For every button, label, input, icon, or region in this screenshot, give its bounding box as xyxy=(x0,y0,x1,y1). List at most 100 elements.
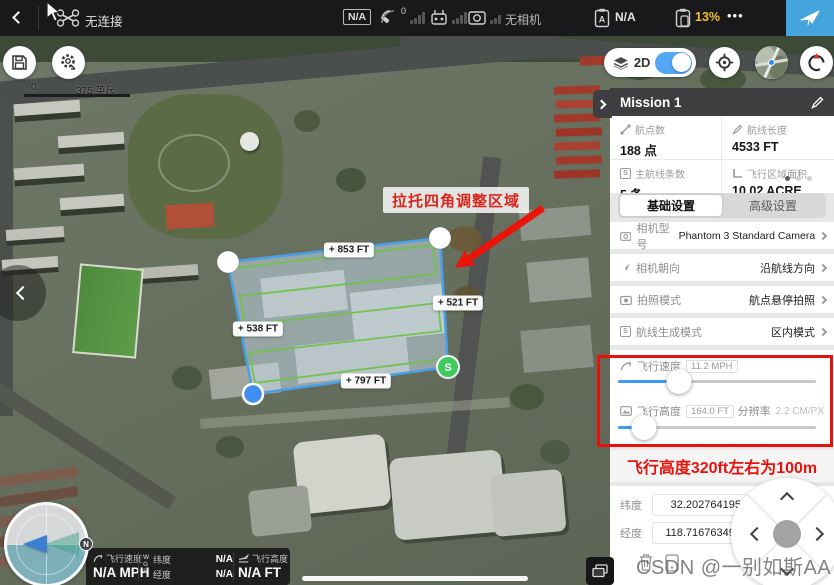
map-2d-toggle[interactable] xyxy=(655,52,692,74)
dpad-left-button[interactable] xyxy=(750,527,764,541)
edge-distance-left: + 538 FT xyxy=(233,322,283,337)
compass-icon xyxy=(806,52,827,73)
chevron-right-icon xyxy=(819,327,827,335)
speed-slider[interactable] xyxy=(618,380,816,383)
map-feature xyxy=(526,257,591,302)
device-battery-percent: 13% xyxy=(695,10,720,24)
panel-collapse-button[interactable] xyxy=(593,90,612,118)
corner-handle-bottom-left[interactable] xyxy=(243,384,263,404)
remote-controller-icon xyxy=(430,9,448,26)
map-feature xyxy=(520,325,593,373)
windows-icon xyxy=(592,564,608,578)
map-feature xyxy=(58,132,125,149)
tab-advanced-settings[interactable]: 高级设置 xyxy=(722,195,824,216)
tab-basic-settings[interactable]: 基础设置 xyxy=(620,195,722,216)
map-feature xyxy=(60,194,125,210)
compass-north-button[interactable] xyxy=(800,46,833,79)
latitude-input[interactable] xyxy=(652,494,748,516)
save-mission-button[interactable] xyxy=(3,46,36,79)
back-button[interactable] xyxy=(12,11,25,24)
map-feature xyxy=(165,203,214,229)
camera-signal-icon xyxy=(468,10,486,25)
more-menu-button[interactable]: ••• xyxy=(727,8,744,23)
corner-handle-top-right[interactable] xyxy=(429,227,451,249)
dpad-center-button[interactable] xyxy=(773,520,801,548)
route-length-icon xyxy=(732,124,743,135)
connection-status: 无连接 xyxy=(85,11,123,30)
mission-title: Mission 1 xyxy=(620,95,682,110)
north-badge: N xyxy=(79,537,93,551)
edge-distance-bottom: + 797 FT xyxy=(341,374,391,389)
scale-bar xyxy=(24,94,130,97)
map-feature xyxy=(510,384,544,410)
mission-settings-button[interactable] xyxy=(52,46,85,79)
drone-mission-planner-app: S + 853 FT + 521 FT + 538 FT + 797 FT 拉托… xyxy=(0,0,834,585)
map-feature xyxy=(140,264,199,279)
scale-zero: 0 xyxy=(31,82,37,93)
altitude-value[interactable]: 164.0 FT xyxy=(686,405,734,418)
speed-slider-knob[interactable] xyxy=(667,369,692,394)
speed-icon xyxy=(620,361,632,372)
dpad-right-button[interactable] xyxy=(810,527,824,541)
resolution-value: 2.2 CM/PX xyxy=(776,406,824,417)
map-feature xyxy=(6,226,65,241)
watermark: CSDN @一别如斯AA xyxy=(636,551,831,580)
tutorial-tip: 拉托四角调整区域 xyxy=(383,187,529,213)
edge-distance-top: + 853 FT xyxy=(324,243,374,258)
row-camera-orientation[interactable]: 相机朝向 沿航线方向 xyxy=(610,254,834,281)
takeoff-button[interactable] xyxy=(786,0,834,36)
speed-value[interactable]: 11.2 MPH xyxy=(686,360,738,373)
edit-mission-icon[interactable] xyxy=(811,96,824,109)
map-feature xyxy=(556,155,602,165)
wgs-label: WGS xyxy=(143,555,149,575)
telemetry-coordinates: WGS 纬度N/A 经度N/A xyxy=(143,553,233,581)
latitude-row: 纬度 xyxy=(620,494,748,516)
minimap-button[interactable] xyxy=(755,46,788,79)
corner-handle-top-left[interactable] xyxy=(217,251,239,273)
orientation-icon xyxy=(620,262,631,273)
map-feature xyxy=(158,134,230,192)
dpad-up-button[interactable] xyxy=(780,492,794,506)
map-feature xyxy=(389,449,508,540)
divider xyxy=(138,552,139,581)
signal-bars-icon xyxy=(410,12,425,24)
stats-page-dots[interactable] xyxy=(785,176,812,181)
layers-icon xyxy=(613,56,629,70)
mission-header: Mission 1 xyxy=(610,88,834,116)
row-photo-mode[interactable]: 拍照模式 航点悬停拍照 xyxy=(610,286,834,313)
camera-icon xyxy=(620,231,631,241)
map-feature xyxy=(448,226,482,252)
row-route-generation-mode[interactable]: S 航线生成模式 区内模式 xyxy=(610,318,834,345)
edge-distance-right: + 521 FT xyxy=(433,296,483,311)
locate-me-button[interactable] xyxy=(709,47,740,78)
map-feature xyxy=(519,205,591,241)
stat-waypoints: 航点数 188 点 xyxy=(610,116,722,160)
rc-signal-bars-icon xyxy=(452,12,467,24)
gallery-button[interactable] xyxy=(586,557,614,585)
route-start-marker[interactable] xyxy=(437,356,459,378)
map-feature xyxy=(14,164,85,181)
home-indicator[interactable] xyxy=(302,576,528,581)
divider xyxy=(233,552,234,581)
altitude-icon xyxy=(620,406,632,416)
chevron-right-icon xyxy=(819,231,827,239)
map-feature xyxy=(489,469,566,537)
map-feature xyxy=(556,127,602,137)
altitude-slider-knob[interactable] xyxy=(631,415,656,440)
aircraft-battery-icon: A xyxy=(594,8,610,28)
locate-icon xyxy=(715,53,734,72)
aircraft-battery-status: N/A xyxy=(615,10,636,24)
map-feature xyxy=(0,466,78,488)
route-mode-icon: S xyxy=(620,326,631,337)
map-feature xyxy=(216,436,244,458)
altitude-slider[interactable] xyxy=(618,426,816,429)
speed-icon xyxy=(93,554,103,563)
route-lines-icon: S xyxy=(620,168,631,179)
resolution-label: 分辨率 2.2 CM/PX xyxy=(738,403,824,419)
flight-mode-badge: N/A xyxy=(343,9,371,25)
map-feature xyxy=(554,169,600,179)
camera-fov-cone xyxy=(45,532,79,556)
satellite-icon xyxy=(379,9,398,27)
settings-tabs: 基础设置 高级设置 xyxy=(618,193,826,218)
row-camera-model[interactable]: 相机型号 Phantom 3 Standard Camera xyxy=(610,222,834,249)
